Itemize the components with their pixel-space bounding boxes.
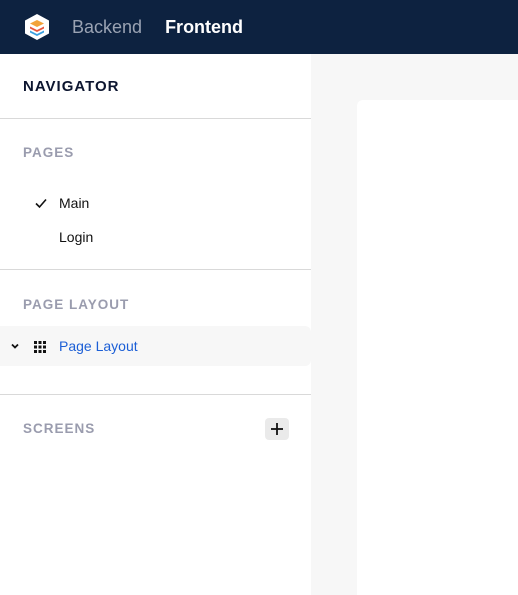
page-item-label: Main bbox=[59, 195, 90, 211]
add-screen-button[interactable] bbox=[265, 418, 289, 440]
navigator-sidebar: NAVIGATOR PAGES Main Login PAGE LAYOUT P… bbox=[0, 54, 311, 595]
page-item-main[interactable]: Main bbox=[0, 190, 311, 216]
page-layout-item[interactable]: Page Layout bbox=[0, 326, 311, 366]
tab-frontend[interactable]: Frontend bbox=[165, 17, 243, 38]
tab-backend[interactable]: Backend bbox=[72, 17, 142, 38]
chevron-down-icon[interactable] bbox=[9, 339, 21, 351]
divider bbox=[0, 394, 311, 395]
canvas-preview-panel[interactable] bbox=[357, 100, 518, 595]
page-item-login[interactable]: Login bbox=[0, 224, 311, 250]
plus-icon bbox=[271, 423, 283, 435]
app-logo-icon[interactable] bbox=[23, 13, 51, 41]
navigator-title: NAVIGATOR bbox=[23, 78, 120, 95]
pages-section-label: PAGES bbox=[23, 145, 75, 160]
grid-icon bbox=[34, 340, 46, 353]
screens-section-label: SCREENS bbox=[23, 421, 96, 436]
divider bbox=[0, 269, 311, 270]
checkmark-icon bbox=[34, 196, 48, 210]
page-layout-item-label: Page Layout bbox=[59, 338, 138, 354]
page-layout-section-label: PAGE LAYOUT bbox=[23, 297, 130, 312]
top-bar: Backend Frontend bbox=[0, 0, 518, 54]
page-item-label: Login bbox=[59, 229, 94, 245]
divider bbox=[0, 118, 311, 119]
